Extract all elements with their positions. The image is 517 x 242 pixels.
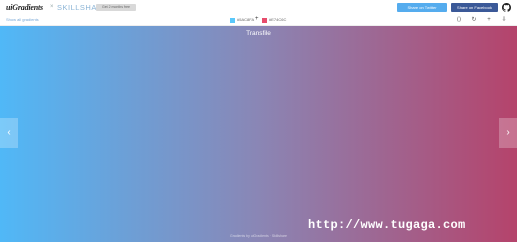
share-twitter-button[interactable]: Share on Twitter [397,3,447,12]
code-icon[interactable]: ⟨⟩ [455,16,463,24]
promo-button[interactable]: Get 2 months free [96,4,136,11]
next-gradient-button[interactable]: › [499,118,517,148]
color-label-b[interactable]: #E74C6C [269,17,286,22]
watermark: http://www.tugaga.com [308,218,466,232]
add-icon[interactable]: + [485,16,493,24]
logo[interactable]: uiGradients [6,3,43,12]
gradient-toolbar: Show all gradients #5AC8FA + #E74C6C ⟨⟩ … [0,14,517,26]
gradient-title: Transfile [246,30,271,37]
plus-sign: + [255,16,259,22]
github-icon[interactable] [502,3,511,12]
share-facebook-button[interactable]: Share on Facebook [451,3,498,12]
color-swatch-a[interactable] [230,18,235,23]
show-all-link[interactable]: Show all gradients [6,17,39,22]
logo-separator: × [50,4,54,10]
download-icon[interactable]: ⇩ [500,16,508,24]
color-swatch-b[interactable] [262,18,267,23]
rotate-icon[interactable]: ↻ [470,16,478,24]
gradient-preview: Transfile ‹ › Gradients by uiGradients ·… [0,26,517,242]
footer-credit: Gradients by uiGradients · Skillshare [230,234,287,238]
previous-gradient-button[interactable]: ‹ [0,118,18,148]
color-label-a[interactable]: #5AC8FA [237,17,254,22]
